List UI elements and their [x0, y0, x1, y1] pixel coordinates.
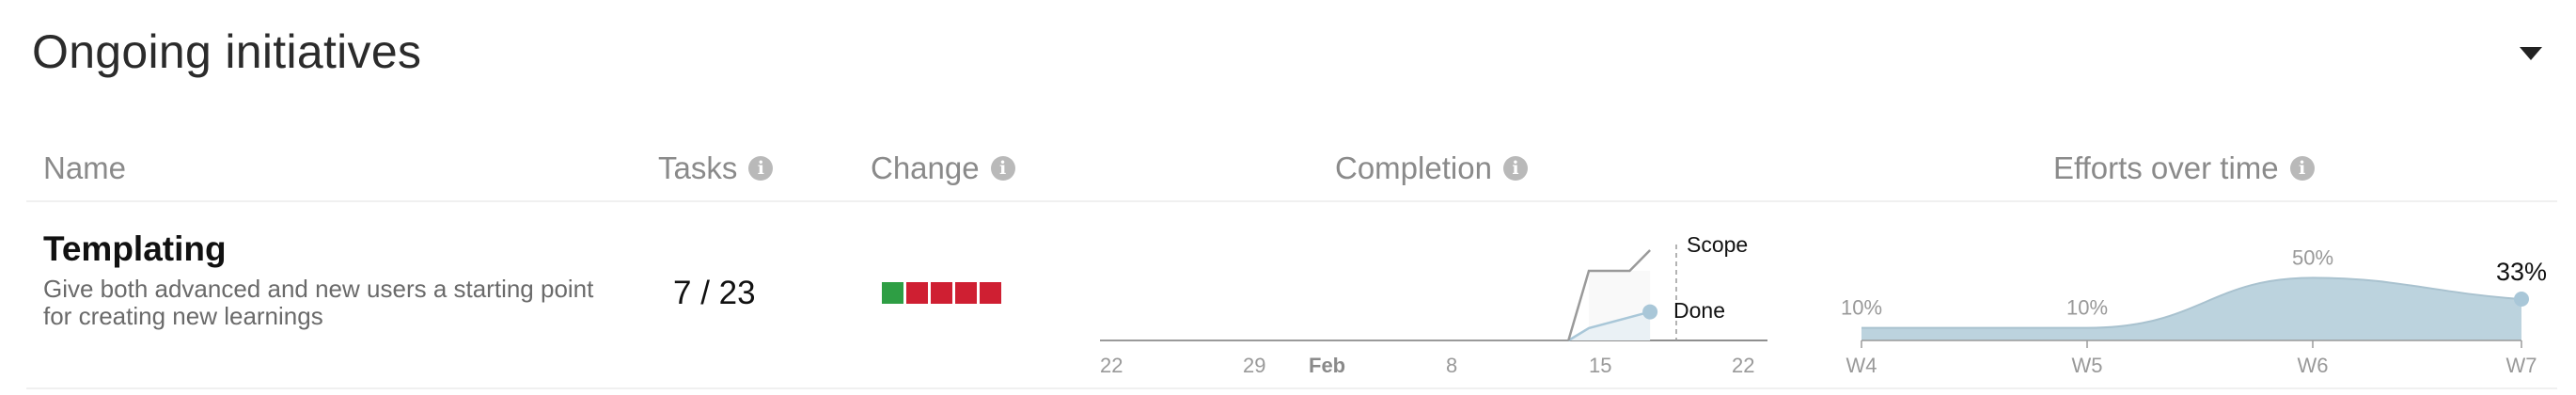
change-square-negative	[955, 282, 977, 304]
efforts-x-tick-label: W7	[2506, 354, 2537, 377]
column-header-efforts[interactable]: Efforts over time i	[2053, 150, 2315, 186]
change-square-negative	[931, 282, 952, 304]
info-icon[interactable]: i	[1502, 156, 1528, 181]
change-square-negative	[980, 282, 1001, 304]
efforts-chart: W4 W5 W6 W7 10% 10% 50% 33%	[1841, 245, 2547, 377]
scope-label: Scope	[1687, 232, 1748, 257]
completion-chart: 22 29 Feb 8 15 22 Scope Done	[1100, 232, 1767, 377]
completion-x-tick-label: 22	[1100, 354, 1123, 377]
column-header-completion-label: Completion	[1335, 150, 1492, 185]
column-header-tasks-label: Tasks	[658, 150, 738, 185]
completion-x-tick-label: Feb	[1309, 354, 1345, 377]
initiative-description: Give both advanced and new users a start…	[43, 275, 594, 330]
completion-x-tick-label: 8	[1446, 354, 1457, 377]
efforts-value-label: 10%	[1841, 296, 1882, 320]
done-point	[1642, 304, 1658, 320]
efforts-value-label: 50%	[2292, 245, 2333, 269]
efforts-x-tick-label: W6	[2298, 354, 2329, 377]
done-label: Done	[1673, 298, 1725, 323]
efforts-x-tick-label: W5	[2072, 354, 2103, 377]
column-header-name-label: Name	[43, 150, 127, 185]
column-header-change[interactable]: Change i	[871, 150, 1015, 186]
info-icon[interactable]: i	[990, 156, 1015, 181]
column-header-completion[interactable]: Completion i	[1335, 150, 1528, 186]
collapse-caret-icon[interactable]	[2520, 47, 2542, 60]
section-title: Ongoing initiatives	[32, 25, 422, 78]
efforts-last-point	[2514, 292, 2529, 307]
change-square-positive	[882, 282, 903, 304]
efforts-x-tick-label: W4	[1846, 354, 1877, 377]
change-square-negative	[906, 282, 928, 304]
tasks-count: 7 / 23	[673, 275, 756, 311]
row-divider	[26, 387, 2557, 389]
change-indicator	[882, 282, 1001, 304]
column-header-efforts-label: Efforts over time	[2053, 150, 2279, 185]
completion-x-tick-label: 29	[1243, 354, 1265, 377]
completion-x-tick-label: 22	[1732, 354, 1754, 377]
initiative-name[interactable]: Templating	[43, 229, 227, 269]
column-header-name[interactable]: Name	[43, 150, 126, 186]
info-icon[interactable]: i	[748, 156, 774, 181]
column-header-tasks[interactable]: Tasks i	[658, 150, 774, 186]
completion-x-tick-label: 15	[1589, 354, 1611, 377]
efforts-value-label: 33%	[2496, 258, 2547, 286]
row-divider	[26, 200, 2557, 202]
efforts-value-label: 10%	[2066, 296, 2108, 320]
column-header-change-label: Change	[871, 150, 980, 185]
info-icon[interactable]: i	[2289, 156, 2315, 181]
